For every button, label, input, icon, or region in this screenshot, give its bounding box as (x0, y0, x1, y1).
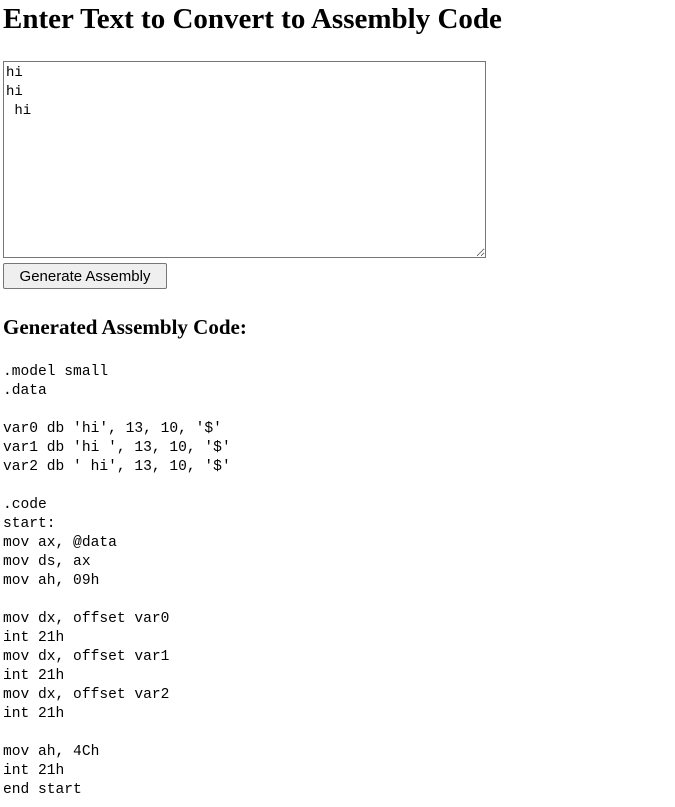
text-input[interactable]: hi hi hi (3, 61, 486, 258)
output-heading: Generated Assembly Code: (3, 315, 247, 339)
generate-assembly-button[interactable]: Generate Assembly (3, 263, 167, 289)
page-title: Enter Text to Convert to Assembly Code (3, 3, 502, 35)
assembly-output: .model small .data var0 db 'hi', 13, 10,… (3, 364, 231, 798)
